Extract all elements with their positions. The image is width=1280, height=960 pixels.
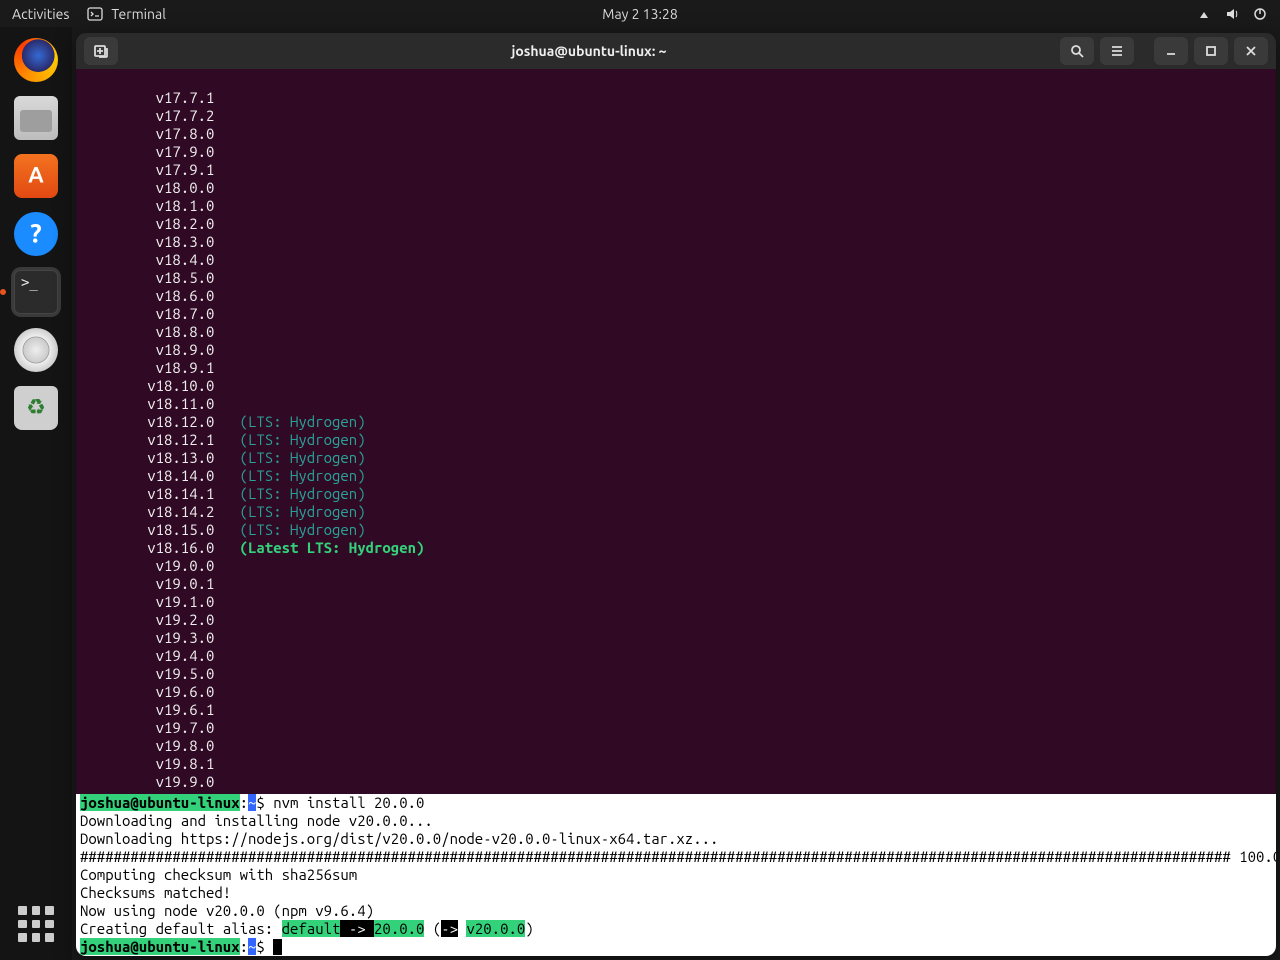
dock (0, 27, 72, 960)
gnome-topbar: Activities Terminal May 2 13:28 (0, 0, 1280, 27)
output-line: Downloading https://nodejs.org/dist/v20.… (80, 830, 718, 847)
dock-trash[interactable] (11, 383, 61, 433)
activities-button[interactable]: Activities (12, 6, 69, 22)
terminal-window: joshua@ubuntu-linux: ~ v17.7.1 v17.7.2 v… (76, 33, 1276, 956)
software-center-icon (14, 154, 58, 198)
terminal-output[interactable]: v17.7.1 v17.7.2 v17.8.0 v17.9.0 v17.9.1 … (76, 69, 1276, 956)
network-icon[interactable] (1196, 6, 1212, 22)
active-app-indicator[interactable]: Terminal (87, 6, 166, 22)
dock-disk[interactable] (11, 325, 61, 375)
maximize-button[interactable] (1194, 37, 1228, 65)
output-line: Checksums matched! (80, 884, 231, 901)
active-app-name: Terminal (111, 6, 166, 22)
cursor (273, 939, 282, 955)
volume-icon[interactable] (1224, 6, 1240, 22)
output-line: ########################################… (80, 848, 1276, 865)
trash-icon (14, 386, 58, 430)
search-button[interactable] (1060, 37, 1094, 65)
close-button[interactable] (1234, 37, 1268, 65)
new-tab-button[interactable] (84, 37, 118, 65)
terminal-small-icon (87, 6, 103, 22)
minimize-button[interactable] (1154, 37, 1188, 65)
prompt-user: joshua@ubuntu-linux (80, 938, 240, 955)
terminal-icon (14, 270, 58, 314)
show-applications-button[interactable] (14, 902, 58, 946)
disk-icon (14, 328, 58, 372)
power-icon[interactable] (1252, 6, 1268, 22)
dock-firefox[interactable] (11, 35, 61, 85)
prompt-user: joshua@ubuntu-linux (80, 794, 240, 811)
window-titlebar: joshua@ubuntu-linux: ~ (76, 33, 1276, 69)
dock-terminal[interactable] (11, 267, 61, 317)
terminal-running-block: joshua@ubuntu-linux:~$ nvm install 20.0.… (76, 794, 1276, 956)
dock-help[interactable] (11, 209, 61, 259)
files-icon (14, 96, 58, 140)
output-line: Downloading and installing node v20.0.0.… (80, 812, 433, 829)
output-line: Computing checksum with sha256sum (80, 866, 357, 883)
dock-files[interactable] (11, 93, 61, 143)
clock[interactable]: May 2 13:28 (602, 6, 677, 22)
help-icon (14, 212, 58, 256)
typed-command: nvm install 20.0.0 (265, 794, 425, 811)
firefox-icon (14, 38, 58, 82)
output-line: Creating default alias: (80, 920, 282, 937)
alias-version-badge: 20.0.0 (374, 920, 424, 937)
window-title: joshua@ubuntu-linux: ~ (124, 43, 1054, 59)
output-line: Now using node v20.0.0 (npm v9.6.4) (80, 902, 374, 919)
alias-default-badge: default (282, 920, 341, 937)
hamburger-menu-button[interactable] (1100, 37, 1134, 65)
nvm-version-list: v17.7.1 v17.7.2 v17.8.0 v17.9.0 v17.9.1 … (80, 89, 1272, 809)
dock-software[interactable] (11, 151, 61, 201)
alias-resolved-version-badge: v20.0.0 (466, 920, 525, 937)
